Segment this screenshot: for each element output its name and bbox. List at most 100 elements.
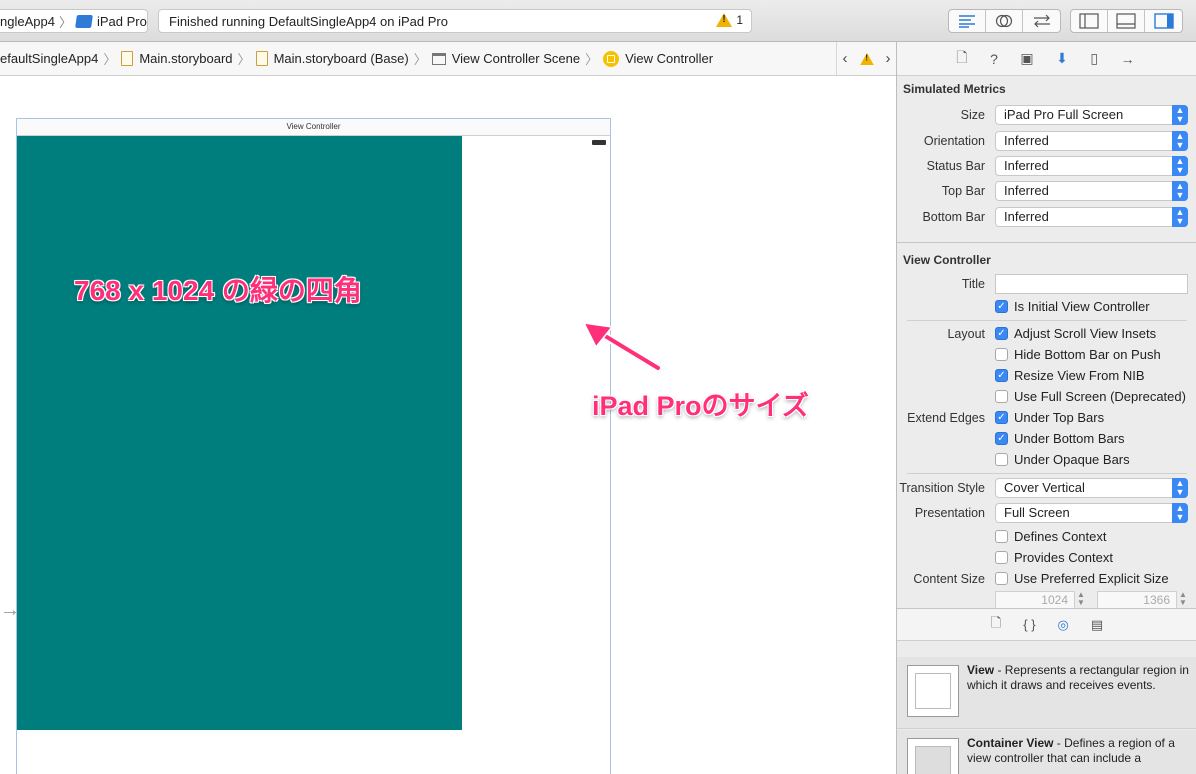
section-divider (897, 242, 1196, 243)
standard-editor-button[interactable] (949, 10, 986, 32)
popup-value: iPad Pro Full Screen (1004, 106, 1124, 122)
library-item-view[interactable]: View - Represents a rectangular region i… (897, 657, 1196, 729)
presentation-label: Presentation (914, 505, 985, 520)
library-item-name: Container View (967, 736, 1054, 750)
chevron-right-icon: 〉 (585, 52, 599, 67)
object-library-icon[interactable]: ◎ (1058, 617, 1069, 633)
annotation-arrow-icon (582, 322, 662, 372)
chevron-right-icon[interactable]: › (886, 50, 891, 67)
status-bar-popup[interactable]: Inferred ▲ ▼ (995, 155, 1188, 176)
green-view[interactable] (17, 136, 462, 730)
hide-bottom-bar-checkbox[interactable]: Hide Bottom Bar on Push (995, 347, 1161, 362)
view-controller-scene[interactable]: View Controller (16, 118, 611, 774)
inspector-tabs: 🗋 ? ▣ ⬇ ▯ → (897, 42, 1196, 76)
popup-arrows-icon: ▲ ▼ (1172, 206, 1188, 227)
debug-toggle-button[interactable] (1108, 10, 1145, 32)
crumb-project[interactable]: efaultSingleApp4 (0, 51, 98, 66)
version-editor-button[interactable] (1023, 10, 1060, 32)
ipad-device-icon (75, 14, 93, 28)
checkbox-label: Use Full Screen (Deprecated) (1014, 389, 1186, 404)
scheme-separator: 〉 (58, 14, 72, 30)
storyboard-file-icon (121, 51, 134, 66)
storyboard-canvas[interactable]: View Controller → 768 x 1024 の緑の四角 iPad … (0, 77, 896, 774)
crumb-storyboard[interactable]: Main.storyboard (121, 51, 233, 66)
attributes-inspector-icon[interactable]: ⬇ (1056, 50, 1068, 67)
resize-nib-checkbox[interactable]: ✓ Resize View From NIB (995, 368, 1145, 383)
crumb-storyboard-base[interactable]: Main.storyboard (Base) (255, 51, 409, 66)
popup-arrows-icon: ▲ ▼ (1172, 155, 1188, 176)
popup-arrows-icon: ▲ ▼ (1172, 502, 1188, 523)
checkbox-box (995, 348, 1008, 361)
size-inspector-icon[interactable]: ▯ (1090, 50, 1098, 67)
library-item-text: View - Represents a rectangular region i… (967, 663, 1189, 693)
issue-warning-icon[interactable] (859, 52, 874, 65)
popup-value: Inferred (1004, 132, 1049, 148)
presentation-popup[interactable]: Full Screen ▲ ▼ (995, 502, 1188, 523)
content-height-field[interactable]: 1366 (1097, 591, 1177, 609)
thumbnail-inner (915, 746, 951, 774)
full-screen-checkbox[interactable]: Use Full Screen (Deprecated) (995, 389, 1186, 404)
jump-bar-controls: ‹ › (836, 42, 896, 76)
code-snippet-icon[interactable]: { } (1023, 617, 1035, 632)
standard-editor-icon (959, 15, 975, 28)
orientation-popup[interactable]: Inferred ▲ ▼ (995, 130, 1188, 151)
navigator-toggle-button[interactable] (1071, 10, 1108, 32)
title-field[interactable] (995, 273, 1188, 294)
popup-arrows-icon: ▲ ▼ (1172, 104, 1188, 125)
defines-context-checkbox[interactable]: Defines Context (995, 529, 1107, 544)
height-stepper-icon[interactable]: ▲ ▼ (1178, 591, 1188, 609)
layout-label: Layout (947, 326, 985, 341)
chevron-right-icon: 〉 (413, 52, 427, 67)
size-popup[interactable]: iPad Pro Full Screen ▲ ▼ (995, 104, 1188, 125)
checkmark-icon: ✓ (995, 432, 1008, 445)
chevron-left-icon[interactable]: ‹ (843, 50, 848, 67)
scheme-selector[interactable]: ngleApp4 〉 iPad Pro (0, 9, 148, 33)
popup-value: Inferred (1004, 157, 1049, 173)
right-panel-icon (1153, 13, 1174, 29)
under-opaque-bars-checkbox[interactable]: Under Opaque Bars (995, 452, 1130, 467)
checkbox-label: Provides Context (1014, 550, 1113, 565)
assistant-editor-button[interactable] (986, 10, 1023, 32)
utilities-toggle-button[interactable] (1145, 10, 1182, 32)
toolbar: ngleApp4 〉 iPad Pro Finished running Def… (0, 0, 1196, 42)
checkmark-icon: ✓ (995, 300, 1008, 313)
checkbox-label: Under Bottom Bars (1014, 431, 1125, 446)
storyboard-file-icon (255, 51, 268, 66)
top-bar-popup[interactable]: Inferred ▲ ▼ (995, 180, 1188, 201)
file-inspector-icon[interactable]: 🗋 (956, 47, 967, 71)
width-stepper-icon[interactable]: ▲ ▼ (1076, 591, 1086, 609)
popup-value: Full Screen (1004, 504, 1070, 520)
transition-style-popup[interactable]: Cover Vertical ▲ ▼ (995, 477, 1188, 498)
bottom-bar-row: Bottom Bar Inferred ▲ ▼ (897, 206, 1196, 227)
left-panel-icon (1079, 13, 1099, 29)
entry-point-arrow-icon: → (0, 599, 20, 621)
warning-indicator[interactable]: 1 (716, 13, 743, 27)
bottom-bar-label: Bottom Bar (922, 209, 985, 224)
transition-style-row: Transition Style Cover Vertical ▲ ▼ (897, 477, 1196, 498)
warning-icon (716, 13, 733, 27)
adjust-scroll-checkbox[interactable]: ✓ Adjust Scroll View Insets (995, 326, 1156, 341)
explicit-size-checkbox[interactable]: Use Preferred Explicit Size (995, 571, 1169, 586)
size-row: Size iPad Pro Full Screen ▲ ▼ (897, 104, 1196, 125)
initial-vc-checkbox[interactable]: ✓ Is Initial View Controller (995, 299, 1150, 314)
scheme-name: ngleApp4 (0, 13, 55, 29)
crumb-label: efaultSingleApp4 (0, 51, 99, 66)
crumb-scene[interactable]: View Controller Scene (431, 51, 580, 66)
file-template-icon[interactable]: 🗋 (991, 614, 1001, 636)
simulated-metrics-title: Simulated Metrics (903, 82, 1006, 96)
popup-value: Inferred (1004, 182, 1049, 198)
provides-context-checkbox[interactable]: Provides Context (995, 550, 1113, 565)
scene-title: View Controller (17, 119, 610, 136)
connections-inspector-icon[interactable]: → (1121, 51, 1135, 67)
quick-help-icon[interactable]: ? (990, 51, 998, 67)
media-library-icon[interactable]: ▤ (1091, 617, 1103, 633)
identity-inspector-icon[interactable]: ▣ (1020, 50, 1033, 67)
popup-value: Inferred (1004, 208, 1049, 224)
under-bottom-bars-checkbox[interactable]: ✓ Under Bottom Bars (995, 431, 1125, 446)
under-top-bars-checkbox[interactable]: ✓ Under Top Bars (995, 410, 1104, 425)
content-width-field[interactable]: 1024 (995, 591, 1075, 609)
crumb-view-controller[interactable]: View Controller (603, 50, 713, 67)
device-name: iPad Pro (96, 13, 147, 29)
library-item-container-view[interactable]: Container View - Defines a region of a v… (897, 730, 1196, 774)
bottom-bar-popup[interactable]: Inferred ▲ ▼ (995, 206, 1188, 227)
